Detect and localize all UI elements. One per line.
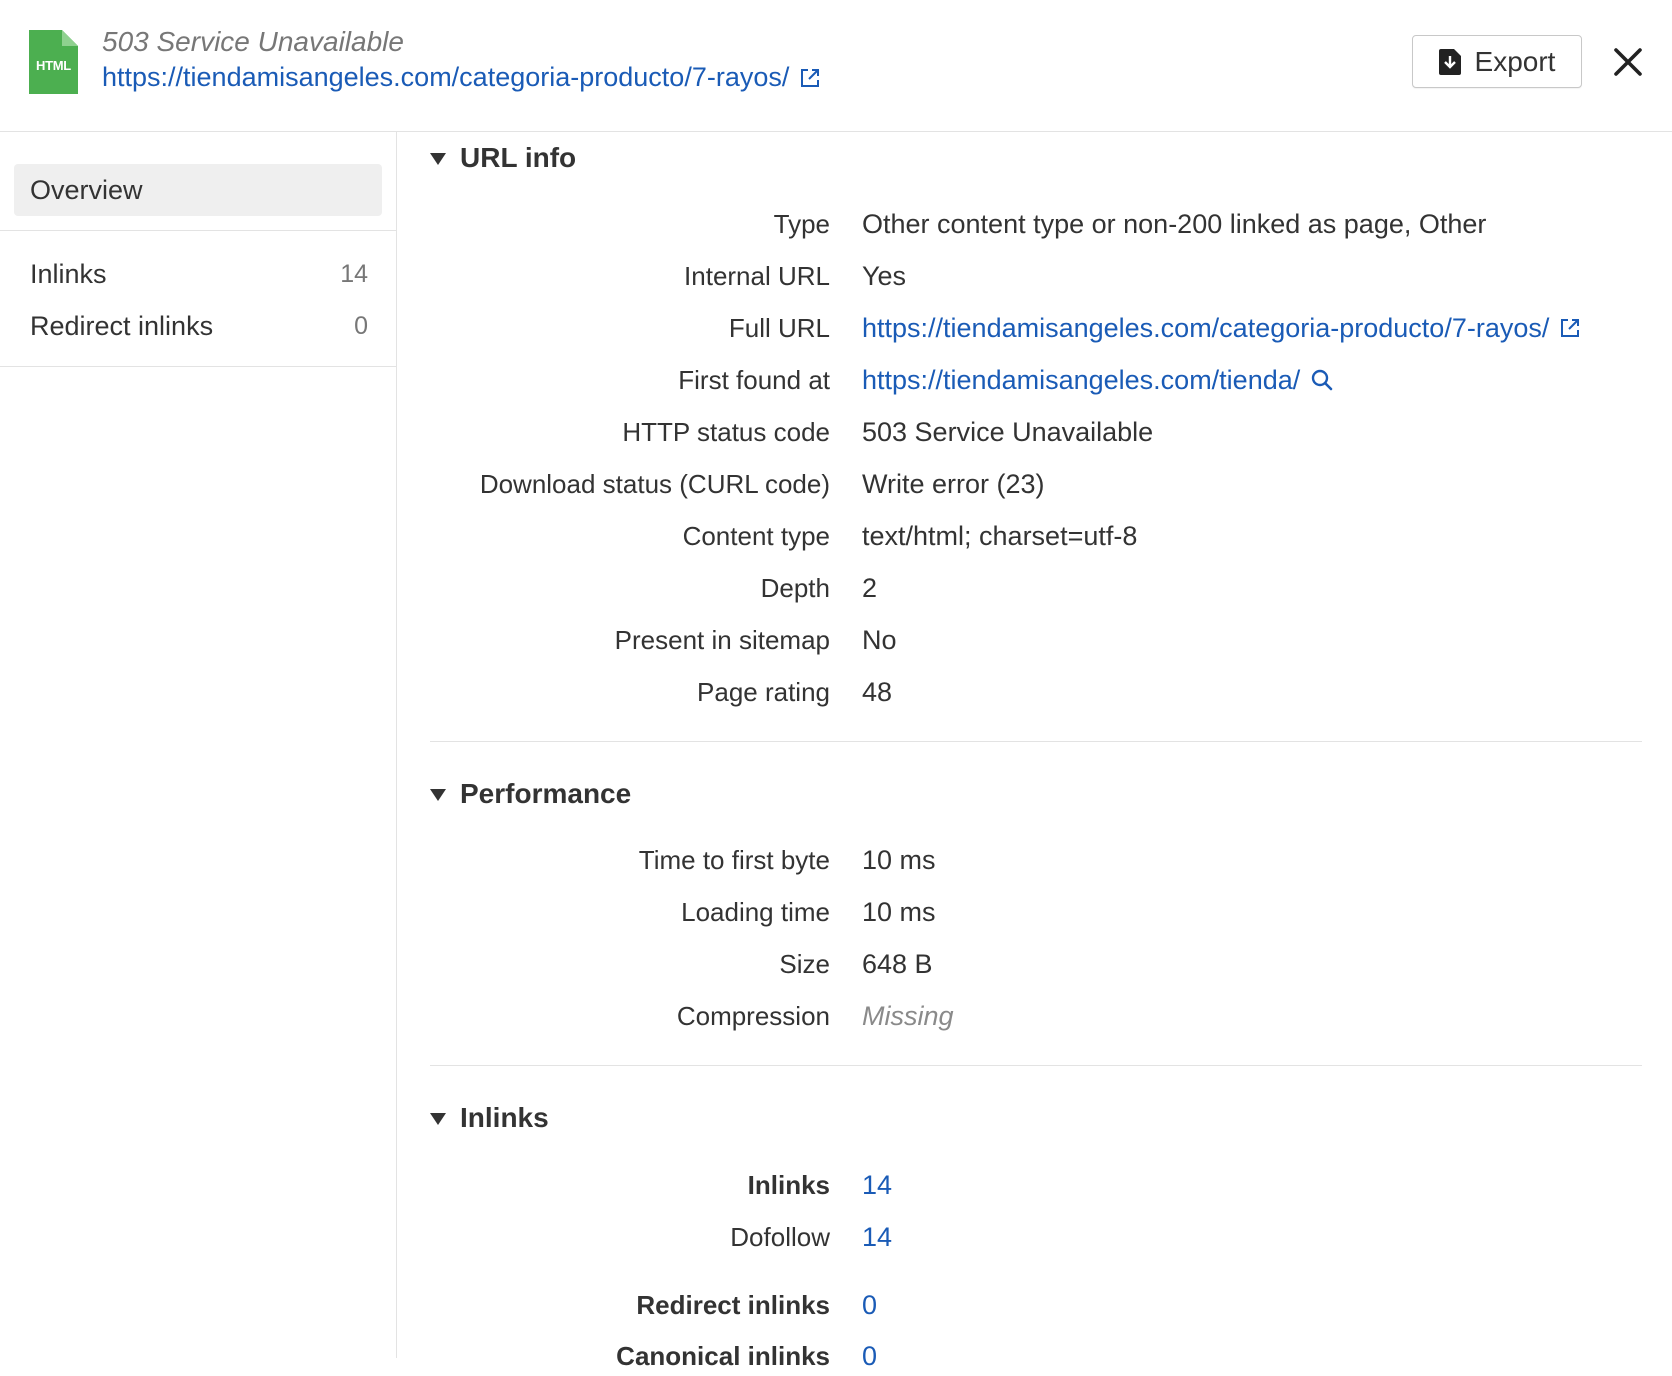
export-button[interactable]: Export bbox=[1412, 35, 1582, 88]
row-label: Internal URL bbox=[684, 261, 830, 291]
row-value: Write error (23) bbox=[862, 469, 1045, 499]
info-row-internal-url: Internal URL Yes bbox=[430, 256, 1642, 296]
row-value: 10 ms bbox=[862, 845, 936, 875]
section-header-performance[interactable]: Performance bbox=[430, 778, 631, 810]
section-header-inlinks[interactable]: Inlinks bbox=[430, 1102, 549, 1134]
row-label: Type bbox=[773, 209, 830, 239]
export-label: Export bbox=[1474, 45, 1556, 77]
search-icon[interactable] bbox=[1310, 368, 1334, 392]
row-label: Full URL bbox=[728, 313, 830, 343]
row-label: HTTP status code bbox=[622, 417, 830, 447]
canonical-inlinks-count-link[interactable]: 0 bbox=[862, 1336, 877, 1376]
row-label: Present in sitemap bbox=[614, 625, 830, 655]
sidebar-item-label: Inlinks bbox=[30, 258, 107, 289]
info-row-full-url: Full URL https://tiendamisangeles.com/ca… bbox=[430, 308, 1642, 348]
external-link-icon[interactable] bbox=[799, 67, 821, 89]
row-label: Content type bbox=[682, 521, 830, 551]
row-label: First found at bbox=[678, 365, 830, 395]
page-url-text[interactable]: https://tiendamisangeles.com/categoria-p… bbox=[102, 62, 789, 93]
row-label: Loading time bbox=[681, 897, 830, 927]
sidebar-item-label: Redirect inlinks bbox=[30, 310, 214, 341]
sidebar-item-overview[interactable]: Overview bbox=[14, 164, 382, 216]
sidebar-item-inlinks[interactable]: Inlinks 14 bbox=[30, 254, 368, 294]
row-label: Download status (CURL code) bbox=[479, 469, 830, 499]
info-row-http-status: HTTP status code 503 Service Unavailable bbox=[430, 412, 1642, 452]
info-row-type: Type Other content type or non-200 linke… bbox=[430, 204, 1642, 244]
inlinks-row-dofollow: Dofollow 14 bbox=[430, 1217, 1642, 1257]
sidebar-divider bbox=[0, 230, 396, 231]
row-value: 648 B bbox=[862, 949, 933, 979]
info-row-first-found-at: First found at https://tiendamisangeles.… bbox=[430, 360, 1642, 400]
row-label: Redirect inlinks bbox=[636, 1290, 830, 1320]
info-row-present-in-sitemap: Present in sitemap No bbox=[430, 620, 1642, 660]
section-title: Inlinks bbox=[460, 1102, 549, 1133]
perf-row-loading-time: Loading time 10 ms bbox=[430, 892, 1642, 932]
inlinks-row-canonical-inlinks: Canonical inlinks 0 bbox=[430, 1336, 1642, 1376]
section-divider bbox=[430, 741, 1642, 742]
row-label: Canonical inlinks bbox=[616, 1341, 830, 1371]
inlinks-row-redirect-inlinks: Redirect inlinks 0 bbox=[430, 1285, 1642, 1325]
page-url-link[interactable]: https://tiendamisangeles.com/categoria-p… bbox=[102, 62, 821, 93]
info-row-page-rating: Page rating 48 bbox=[430, 672, 1642, 712]
row-value: Missing bbox=[862, 1001, 954, 1031]
caret-down-icon bbox=[430, 153, 446, 165]
perf-row-compression: Compression Missing bbox=[430, 996, 1642, 1036]
row-label: Dofollow bbox=[730, 1222, 830, 1252]
row-value: 48 bbox=[862, 677, 893, 707]
info-row-download-status: Download status (CURL code) Write error … bbox=[430, 464, 1642, 504]
row-value: 503 Service Unavailable bbox=[862, 417, 1154, 447]
header: HTML 503 Service Unavailable https://tie… bbox=[0, 0, 1672, 132]
row-label: Page rating bbox=[697, 677, 830, 707]
info-row-content-type: Content type text/html; charset=utf-8 bbox=[430, 516, 1642, 556]
sidebar: Overview Inlinks 14 Redirect inlinks 0 bbox=[0, 132, 397, 1358]
row-label: Time to first byte bbox=[638, 845, 830, 875]
first-found-link[interactable]: https://tiendamisangeles.com/tienda/ bbox=[862, 360, 1334, 400]
row-label: Depth bbox=[760, 573, 830, 603]
sidebar-item-count: 14 bbox=[340, 259, 368, 288]
perf-row-ttfb: Time to first byte 10 ms bbox=[430, 840, 1642, 880]
caret-down-icon bbox=[430, 789, 446, 801]
section-title: URL info bbox=[460, 142, 577, 173]
full-url-link[interactable]: https://tiendamisangeles.com/categoria-p… bbox=[862, 308, 1581, 348]
section-title: Performance bbox=[460, 778, 632, 809]
main-content: URL info Type Other content type or non-… bbox=[430, 132, 1642, 1371]
sidebar-item-redirect-inlinks[interactable]: Redirect inlinks 0 bbox=[30, 306, 368, 346]
file-type-label: HTML bbox=[36, 58, 71, 73]
full-url-text[interactable]: https://tiendamisangeles.com/categoria-p… bbox=[862, 308, 1549, 348]
row-value: No bbox=[862, 625, 897, 655]
row-value: 2 bbox=[862, 573, 878, 603]
row-label: Size bbox=[779, 949, 830, 979]
download-file-icon bbox=[1438, 48, 1461, 75]
page-status-subtitle: 503 Service Unavailable bbox=[102, 26, 404, 57]
row-value: text/html; charset=utf-8 bbox=[862, 521, 1138, 551]
dofollow-count-link[interactable]: 14 bbox=[862, 1217, 892, 1257]
row-value: Yes bbox=[862, 261, 907, 291]
first-found-text[interactable]: https://tiendamisangeles.com/tienda/ bbox=[862, 360, 1300, 400]
html-file-icon: HTML bbox=[29, 30, 78, 94]
external-link-icon[interactable] bbox=[1559, 317, 1581, 339]
inlinks-count-link[interactable]: 14 bbox=[862, 1165, 892, 1205]
row-value: Other content type or non-200 linked as … bbox=[862, 209, 1487, 239]
section-divider bbox=[430, 1065, 1642, 1066]
caret-down-icon bbox=[430, 1113, 446, 1125]
row-value: 10 ms bbox=[862, 897, 936, 927]
row-label: Inlinks bbox=[747, 1170, 830, 1200]
info-row-depth: Depth 2 bbox=[430, 568, 1642, 608]
section-header-url-info[interactable]: URL info bbox=[430, 142, 576, 174]
sidebar-item-count: 0 bbox=[354, 311, 368, 340]
inlinks-row-inlinks: Inlinks 14 bbox=[430, 1165, 1642, 1205]
redirect-inlinks-count-link[interactable]: 0 bbox=[862, 1285, 877, 1325]
close-icon[interactable] bbox=[1610, 44, 1646, 80]
row-label: Compression bbox=[676, 1001, 830, 1031]
perf-row-size: Size 648 B bbox=[430, 944, 1642, 984]
sidebar-divider bbox=[0, 366, 396, 367]
